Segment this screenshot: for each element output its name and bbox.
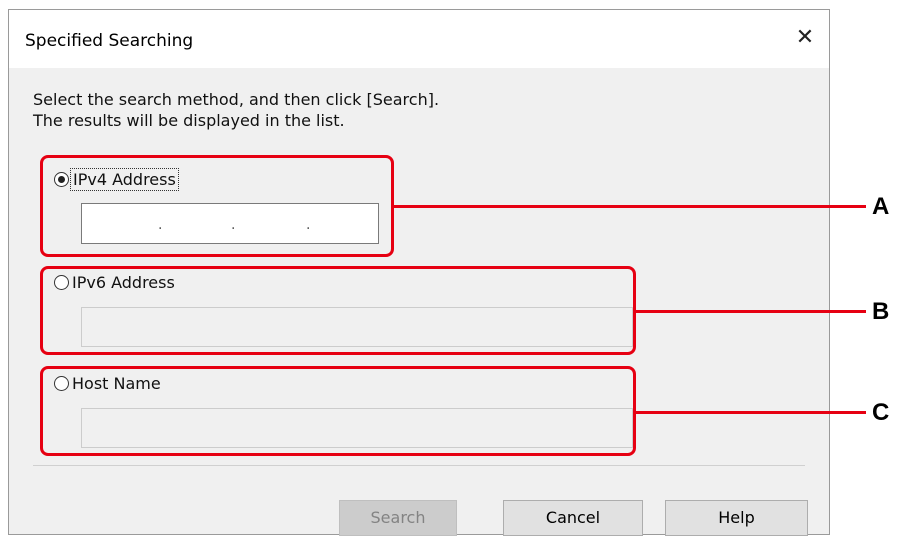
help-button[interactable]: Help xyxy=(665,500,808,536)
separator xyxy=(33,465,805,466)
highlight-host-name xyxy=(40,366,636,456)
title-bar: Specified Searching ✕ xyxy=(9,10,829,68)
callout-label-b: B xyxy=(872,298,890,325)
instruction-line-2: The results will be displayed in the lis… xyxy=(33,111,345,130)
callout-label-a: A xyxy=(872,193,890,220)
search-button[interactable]: Search xyxy=(339,500,457,536)
cancel-button[interactable]: Cancel xyxy=(503,500,643,536)
callout-line-a xyxy=(392,205,866,208)
highlight-ipv6 xyxy=(40,266,636,355)
callout-line-c xyxy=(634,411,866,414)
callout-line-b xyxy=(634,310,866,313)
callout-label-c: C xyxy=(872,399,890,426)
highlight-ipv4 xyxy=(40,155,394,257)
instructions: Select the search method, and then click… xyxy=(33,89,439,131)
close-icon[interactable]: ✕ xyxy=(791,24,819,52)
instruction-line-1: Select the search method, and then click… xyxy=(33,90,440,109)
dialog-title: Specified Searching xyxy=(25,31,194,51)
